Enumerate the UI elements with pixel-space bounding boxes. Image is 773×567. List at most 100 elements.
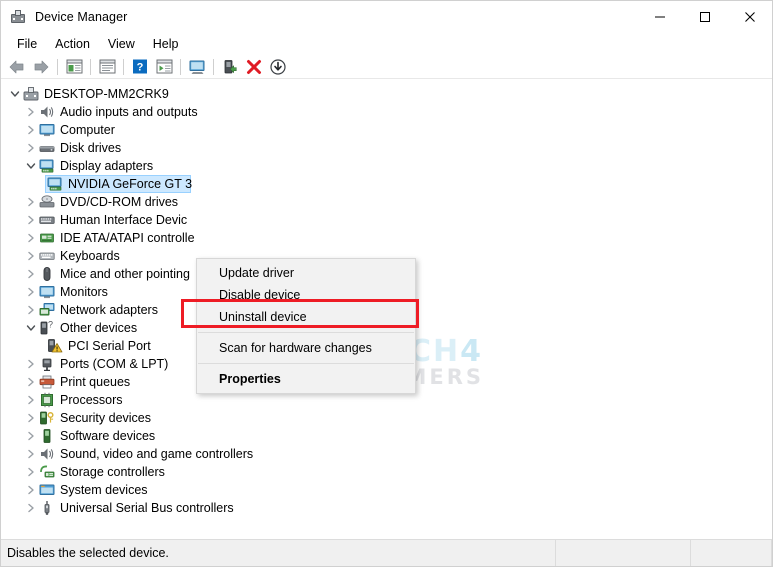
chevron-right-icon[interactable] (23, 301, 39, 319)
enable-device-icon[interactable] (218, 56, 242, 78)
tree-node-label: Sound, video and game controllers (60, 447, 254, 461)
toolbar: ? (1, 55, 772, 79)
device-manager-icon (10, 9, 26, 25)
scan-for-hardware-changes-icon[interactable] (185, 56, 209, 78)
tree-node-audio-inputs-and-outputs[interactable]: Audio inputs and outputs (1, 103, 772, 121)
hid-icon (39, 212, 55, 228)
minimize-button[interactable] (637, 1, 682, 33)
status-bar: Disables the selected device. (1, 539, 772, 566)
chevron-right-icon[interactable] (23, 139, 39, 157)
tree-node-label: Network adapters (60, 303, 158, 317)
tree-node-label: Computer (60, 123, 115, 137)
menu-file[interactable]: File (8, 35, 46, 54)
context-menu-item-scan-for-hardware-changes[interactable]: Scan for hardware changes (197, 337, 415, 359)
tree-node-label: System devices (60, 483, 148, 497)
context-menu-separator (198, 332, 414, 333)
tree-node-label: Print queues (60, 375, 131, 389)
tree-node-display-adapters[interactable]: Display adapters (1, 157, 772, 175)
svg-text:?: ? (48, 320, 53, 330)
show-hide-console-tree-icon[interactable] (62, 56, 86, 78)
context-menu-item-uninstall-device[interactable]: Uninstall device (197, 306, 415, 328)
network-adapter-icon (39, 302, 55, 318)
tree-node-security-devices[interactable]: Security devices (1, 409, 772, 427)
chevron-right-icon[interactable] (23, 265, 39, 283)
chevron-right-icon[interactable] (23, 283, 39, 301)
chevron-down-icon[interactable] (23, 157, 39, 175)
chevron-right-icon[interactable] (23, 211, 39, 229)
tree-node-sound-video-and-game-controllers[interactable]: Sound, video and game controllers (1, 445, 772, 463)
update-driver-icon[interactable] (152, 56, 176, 78)
device-tree-panel: DESKTOP-MM2CRK9 Audio inputs and outputs (1, 80, 772, 540)
tree-node-label: Human Interface Devic (60, 213, 188, 227)
tree-node-label: Processors (60, 393, 123, 407)
tree-node-nvidia-geforce[interactable]: NVIDIA GeForce GT 3 (1, 175, 772, 193)
chevron-right-icon[interactable] (23, 391, 39, 409)
context-menu: Update driver Disable device Uninstall d… (196, 258, 416, 394)
tree-node-ide-ata-atapi-controllers[interactable]: IDE ATA/ATAPI controlle (1, 229, 772, 247)
tree-node-label: Storage controllers (60, 465, 165, 479)
menu-bar: File Action View Help (1, 33, 772, 55)
menu-action[interactable]: Action (46, 35, 99, 54)
tree-node-computer[interactable]: Computer (1, 121, 772, 139)
speaker-icon (39, 104, 55, 120)
uninstall-device-icon[interactable] (242, 56, 266, 78)
chevron-right-icon[interactable] (23, 499, 39, 517)
disk-drive-icon (39, 140, 55, 156)
status-bar-message: Disables the selected device. (1, 540, 556, 566)
window-controls (637, 1, 772, 33)
device-manager-window: Device Manager File Action View Help ? D… (0, 0, 773, 567)
properties-icon[interactable] (95, 56, 119, 78)
svg-text:?: ? (137, 62, 144, 74)
tree-node-label: Audio inputs and outputs (60, 105, 198, 119)
menu-help[interactable]: Help (144, 35, 188, 54)
tree-node-system-devices[interactable]: System devices (1, 481, 772, 499)
tree-node-label: DVD/CD-ROM drives (60, 195, 179, 209)
chevron-right-icon[interactable] (23, 229, 39, 247)
chevron-right-icon[interactable] (23, 409, 39, 427)
close-button[interactable] (727, 1, 772, 33)
title-bar: Device Manager (1, 1, 772, 33)
chevron-right-icon[interactable] (23, 463, 39, 481)
chevron-right-icon[interactable] (23, 427, 39, 445)
chevron-right-icon[interactable] (23, 193, 39, 211)
tree-node-desktop[interactable]: DESKTOP-MM2CRK9 (1, 85, 772, 103)
port-icon (39, 356, 55, 372)
system-device-icon (39, 482, 55, 498)
tree-node-universal-serial-bus-controllers[interactable]: Universal Serial Bus controllers (1, 499, 772, 517)
chevron-right-icon[interactable] (23, 103, 39, 121)
tree-node-software-devices[interactable]: Software devices (1, 427, 772, 445)
forward-icon[interactable] (29, 56, 53, 78)
context-menu-item-update-driver[interactable]: Update driver (197, 262, 415, 284)
chevron-right-icon[interactable] (23, 121, 39, 139)
tree-node-storage-controllers[interactable]: Storage controllers (1, 463, 772, 481)
chevron-right-icon[interactable] (23, 445, 39, 463)
menu-view[interactable]: View (99, 35, 144, 54)
chevron-right-icon[interactable] (23, 481, 39, 499)
help-icon[interactable]: ? (128, 56, 152, 78)
tree-node-human-interface-devices[interactable]: Human Interface Devic (1, 211, 772, 229)
speaker-icon (39, 446, 55, 462)
chevron-right-icon[interactable] (23, 247, 39, 265)
toolbar-separator (57, 58, 58, 75)
tree-node-label: Display adapters (60, 159, 154, 173)
status-bar-pane-2 (556, 540, 691, 566)
back-icon[interactable] (5, 56, 29, 78)
tree-node-label: Mice and other pointing (60, 267, 190, 281)
chevron-right-icon[interactable] (23, 355, 39, 373)
tree-node-label: Other devices (60, 321, 138, 335)
chevron-down-icon[interactable] (7, 85, 23, 103)
tree-node-label: PCI Serial Port (68, 339, 151, 353)
chevron-down-icon[interactable] (23, 319, 39, 337)
maximize-button[interactable] (682, 1, 727, 33)
tree-node-disk-drives[interactable]: Disk drives (1, 139, 772, 157)
tree-node-dvd-cd-rom-drives[interactable]: DVD/CD-ROM drives (1, 193, 772, 211)
context-menu-item-disable-device[interactable]: Disable device (197, 284, 415, 306)
chevron-right-icon[interactable] (23, 373, 39, 391)
tree-node-label: Ports (COM & LPT) (60, 357, 169, 371)
tree-node-label: Software devices (60, 429, 156, 443)
context-menu-item-properties[interactable]: Properties (197, 368, 415, 390)
toolbar-separator (90, 58, 91, 75)
window-title: Device Manager (35, 10, 128, 24)
mouse-icon (39, 266, 55, 282)
disable-device-icon[interactable] (266, 56, 290, 78)
